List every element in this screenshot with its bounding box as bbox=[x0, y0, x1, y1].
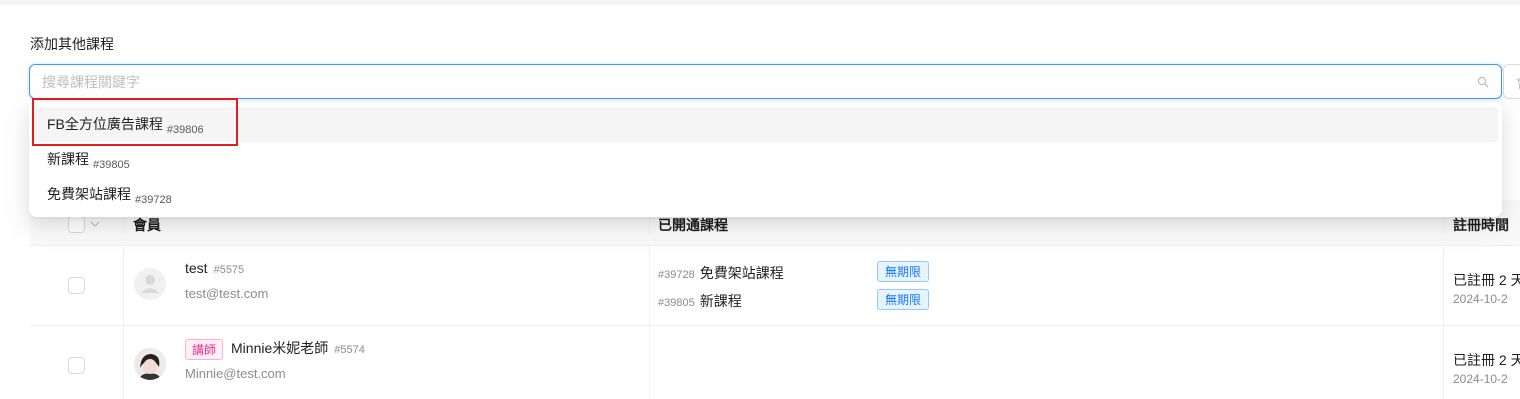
members-table: 會員 已開通課程 註冊時間 test #5575 test@test.com #3… bbox=[30, 200, 1520, 399]
access-tag: 無期限 bbox=[877, 289, 930, 310]
avatar bbox=[134, 348, 166, 380]
column-divider bbox=[123, 246, 124, 325]
avatar bbox=[134, 268, 166, 300]
highlight-annotation bbox=[32, 98, 238, 146]
option-name: 免費架站課程 bbox=[47, 186, 131, 202]
member-name[interactable]: 講師 Minnie米妮老師 #5574 bbox=[185, 338, 365, 360]
course-entry: #39805 新課程 bbox=[658, 291, 742, 311]
column-divider bbox=[649, 326, 650, 399]
registered-duration: 已註冊 2 天 bbox=[1453, 272, 1520, 288]
column-divider bbox=[1443, 246, 1444, 325]
row-checkbox[interactable] bbox=[68, 277, 85, 294]
member-name-text: Minnie米妮老師 bbox=[231, 340, 329, 356]
course-search-field[interactable] bbox=[29, 64, 1502, 99]
member-email: test@test.com bbox=[185, 286, 269, 301]
header-member: 會員 bbox=[133, 217, 161, 233]
dropdown-option[interactable]: 新課程 #39805 bbox=[33, 142, 1498, 177]
table-row[interactable]: 講師 Minnie米妮老師 #5574 Minnie@test.com 已註冊 2 … bbox=[30, 326, 1520, 399]
dropdown-option[interactable]: FB全方位廣告課程 #39806 bbox=[33, 107, 1498, 142]
course-name: 免費架站課程 bbox=[699, 265, 784, 281]
access-tag: 無期限 bbox=[877, 261, 930, 282]
column-divider bbox=[1443, 326, 1444, 399]
registered-date: 2024-10-2 bbox=[1453, 292, 1508, 306]
table-row[interactable]: test #5575 test@test.com #39728 免費架站課程 無期限… bbox=[30, 246, 1520, 326]
column-divider bbox=[123, 326, 124, 399]
row-checkbox[interactable] bbox=[68, 357, 85, 374]
header-registered: 註冊時間 bbox=[1453, 217, 1509, 233]
user-placeholder-icon bbox=[141, 275, 159, 293]
course-search-input[interactable] bbox=[30, 65, 1430, 98]
member-id: #5575 bbox=[213, 264, 245, 276]
header-courses: 已開通課程 bbox=[658, 217, 728, 233]
user-photo-icon bbox=[134, 348, 166, 380]
member-email: Minnie@test.com bbox=[185, 366, 286, 381]
option-name: 新課程 bbox=[47, 151, 89, 167]
member-name-text: test bbox=[185, 260, 208, 276]
member-search-field[interactable]: 會 bbox=[1503, 64, 1520, 99]
course-id: #39728 bbox=[658, 269, 695, 281]
member-id: #5574 bbox=[334, 344, 365, 356]
column-divider bbox=[649, 246, 650, 325]
option-id: #39728 bbox=[135, 194, 172, 206]
teacher-tag: 講師 bbox=[185, 338, 224, 360]
course-id: #39805 bbox=[658, 297, 695, 309]
search-icon bbox=[1477, 76, 1489, 88]
course-dropdown: FB全方位廣告課程 #39806 新課程 #39805 免費架站課程 #39728 bbox=[29, 103, 1502, 217]
member-name[interactable]: test #5575 bbox=[185, 260, 244, 276]
option-id: #39805 bbox=[93, 159, 130, 171]
dropdown-option[interactable]: 免費架站課程 #39728 bbox=[33, 177, 1498, 212]
chevron-down-icon[interactable] bbox=[90, 220, 100, 228]
registered-date: 2024-10-2 bbox=[1453, 372, 1508, 386]
course-entry: #39728 免費架站課程 bbox=[658, 263, 784, 283]
member-search-placeholder: 會 bbox=[1516, 73, 1520, 93]
select-all-checkbox[interactable] bbox=[68, 216, 85, 233]
registered-duration: 已註冊 2 天 bbox=[1453, 352, 1520, 368]
section-label: 添加其他課程 bbox=[30, 36, 114, 52]
course-name: 新課程 bbox=[699, 293, 742, 309]
